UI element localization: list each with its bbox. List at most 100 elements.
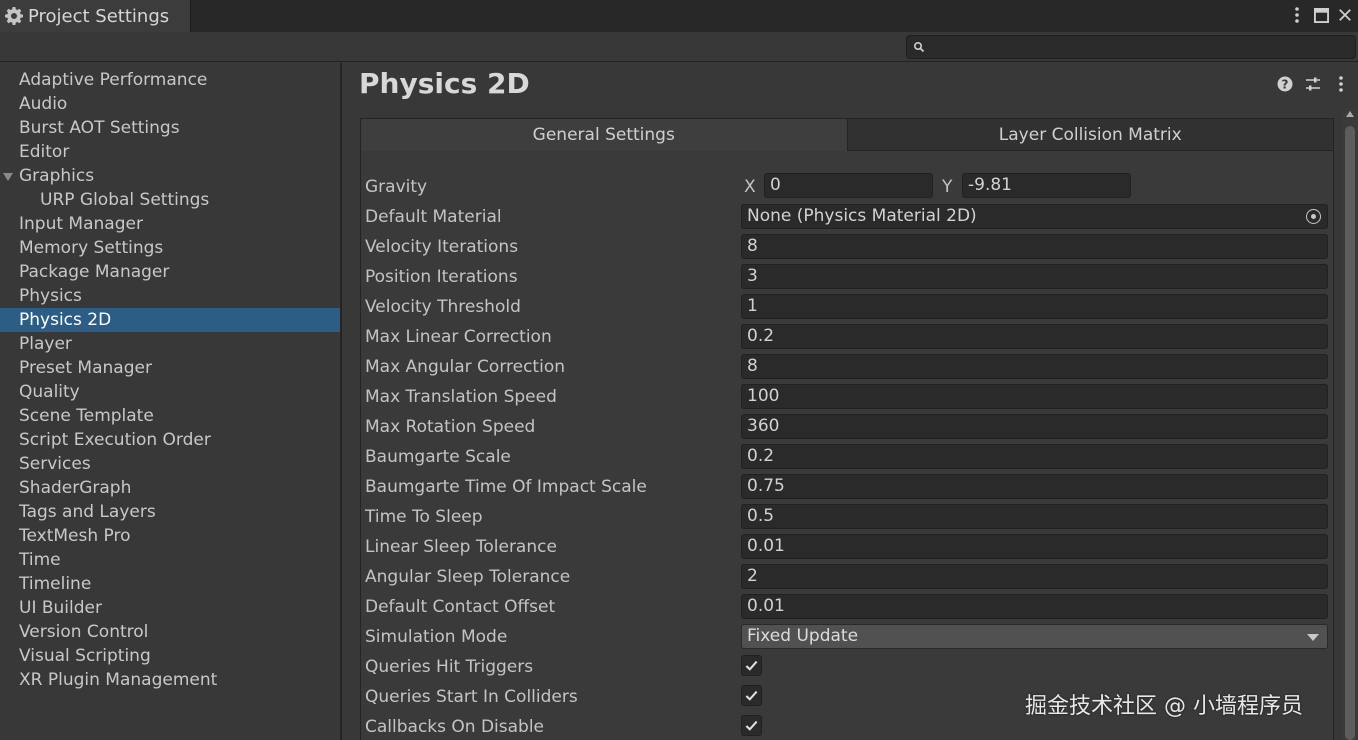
object-picker-icon[interactable] xyxy=(1306,209,1321,224)
callbacks-on-disable-checkbox[interactable] xyxy=(741,715,762,736)
checkmark-icon xyxy=(745,720,758,731)
sidebar-item-label: Audio xyxy=(19,94,68,114)
gravity-y-field[interactable]: -9.81 xyxy=(962,173,1131,198)
sidebar-item-burst-aot-settings[interactable]: Burst AOT Settings xyxy=(0,116,340,140)
angular-sleep-tolerance-field[interactable]: 2 xyxy=(741,564,1328,589)
sidebar-item-label: Tags and Layers xyxy=(19,502,156,522)
sidebar-item-label: URP Global Settings xyxy=(40,190,210,210)
close-icon[interactable] xyxy=(1336,4,1354,26)
default-material-row: Default Material None (Physics Material … xyxy=(365,202,1331,232)
sidebar-item-script-execution-order[interactable]: Script Execution Order xyxy=(0,428,340,452)
sidebar-item-shadergraph[interactable]: ShaderGraph xyxy=(0,476,340,500)
sidebar-item-label: ShaderGraph xyxy=(19,478,132,498)
project-settings-tab[interactable]: Project Settings xyxy=(0,0,191,32)
watermark: 掘金技术社区 @ 小墙程序员 xyxy=(1025,694,1303,719)
sidebar-item-label: Adaptive Performance xyxy=(19,70,208,90)
settings-panel: General Settings Layer Collision Matrix … xyxy=(360,118,1334,740)
sidebar-item-ui-builder[interactable]: UI Builder xyxy=(0,596,340,620)
sidebar-item-input-manager[interactable]: Input Manager xyxy=(0,212,340,236)
field-label: Gravity xyxy=(365,177,428,197)
baumgarte-toi-scale-field[interactable]: 0.75 xyxy=(741,474,1328,499)
gravity-x-field[interactable]: 0 xyxy=(764,173,933,198)
position-iterations-field[interactable]: 3 xyxy=(741,264,1328,289)
sidebar-item-time[interactable]: Time xyxy=(0,548,340,572)
sidebar-item-timeline[interactable]: Timeline xyxy=(0,572,340,596)
sidebar-item-xr-plugin-management[interactable]: XR Plugin Management xyxy=(0,668,340,692)
max-angular-correction-field[interactable]: 8 xyxy=(741,354,1328,379)
sidebar-item-label: Services xyxy=(19,454,91,474)
help-icon[interactable]: ? xyxy=(1276,75,1294,93)
linear-sleep-tolerance-row: Linear Sleep Tolerance 0.01 xyxy=(365,532,1331,562)
settings-content: Physics 2D ? General Settings Layer Coll… xyxy=(344,63,1358,740)
expand-caret-icon[interactable] xyxy=(3,173,13,181)
linear-sleep-tolerance-field[interactable]: 0.01 xyxy=(741,534,1328,559)
simulation-mode-dropdown[interactable]: Fixed Update xyxy=(741,624,1328,649)
field-label: Velocity Threshold xyxy=(365,297,521,317)
sidebar-item-label: Physics xyxy=(19,286,82,306)
sidebar-item-editor[interactable]: Editor xyxy=(0,140,340,164)
max-angular-correction-row: Max Angular Correction 8 xyxy=(365,352,1331,382)
sidebar-item-quality[interactable]: Quality xyxy=(0,380,340,404)
gravity-y-label[interactable]: Y xyxy=(942,174,952,200)
baumgarte-toi-scale-row: Baumgarte Time Of Impact Scale 0.75 xyxy=(365,472,1331,502)
position-iterations-row: Position Iterations 3 xyxy=(365,262,1331,292)
sidebar-item-urp-global-settings[interactable]: URP Global Settings xyxy=(0,188,340,212)
queries-hit-triggers-row: Queries Hit Triggers xyxy=(365,652,1331,682)
default-material-value: None (Physics Material 2D) xyxy=(747,206,977,226)
sidebar-item-preset-manager[interactable]: Preset Manager xyxy=(0,356,340,380)
search-input[interactable] xyxy=(929,39,1355,55)
sidebar-item-label: Physics 2D xyxy=(19,310,112,330)
field-label: Max Rotation Speed xyxy=(365,417,536,437)
simulation-mode-row: Simulation Mode Fixed Update xyxy=(365,622,1331,652)
sidebar-item-visual-scripting[interactable]: Visual Scripting xyxy=(0,644,340,668)
max-linear-correction-field[interactable]: 0.2 xyxy=(741,324,1328,349)
sidebar-item-tags-and-layers[interactable]: Tags and Layers xyxy=(0,500,340,524)
scrollbar-thumb[interactable] xyxy=(1345,126,1355,740)
window-title-bar: Project Settings xyxy=(0,0,1358,32)
max-translation-speed-field[interactable]: 100 xyxy=(741,384,1328,409)
scroll-up-arrow-icon[interactable] xyxy=(1346,111,1354,117)
default-contact-offset-field[interactable]: 0.01 xyxy=(741,594,1328,619)
sidebar-item-label: Timeline xyxy=(19,574,92,594)
tab-general-settings[interactable]: General Settings xyxy=(361,119,848,151)
maximize-icon[interactable] xyxy=(1312,4,1330,26)
sidebar-item-label: Input Manager xyxy=(19,214,143,234)
sidebar-item-textmesh-pro[interactable]: TextMesh Pro xyxy=(0,524,340,548)
vertical-scrollbar[interactable] xyxy=(1342,108,1358,740)
velocity-iterations-row: Velocity Iterations 8 xyxy=(365,232,1331,262)
queries-start-in-colliders-checkbox[interactable] xyxy=(741,685,762,706)
max-translation-speed-row: Max Translation Speed 100 xyxy=(365,382,1331,412)
search-box[interactable] xyxy=(906,35,1356,59)
kebab-menu-icon[interactable] xyxy=(1288,4,1306,26)
field-label: Max Angular Correction xyxy=(365,357,565,377)
sidebar-item-physics-2d[interactable]: Physics 2D xyxy=(0,308,340,332)
velocity-iterations-field[interactable]: 8 xyxy=(741,234,1328,259)
sidebar-item-memory-settings[interactable]: Memory Settings xyxy=(0,236,340,260)
sidebar-item-player[interactable]: Player xyxy=(0,332,340,356)
sidebar-item-physics[interactable]: Physics xyxy=(0,284,340,308)
sidebar-item-package-manager[interactable]: Package Manager xyxy=(0,260,340,284)
sidebar-item-audio[interactable]: Audio xyxy=(0,92,340,116)
time-to-sleep-field[interactable]: 0.5 xyxy=(741,504,1328,529)
queries-hit-triggers-checkbox[interactable] xyxy=(741,655,762,676)
sidebar-item-adaptive-performance[interactable]: Adaptive Performance xyxy=(0,68,340,92)
tab-layer-collision-matrix[interactable]: Layer Collision Matrix xyxy=(847,119,1333,151)
baumgarte-scale-field[interactable]: 0.2 xyxy=(741,444,1328,469)
field-label: Simulation Mode xyxy=(365,627,508,647)
sidebar-item-label: Memory Settings xyxy=(19,238,164,258)
sidebar-item-graphics[interactable]: Graphics xyxy=(0,164,340,188)
page-title: Physics 2D xyxy=(359,67,530,100)
sidebar-item-scene-template[interactable]: Scene Template xyxy=(0,404,340,428)
simulation-mode-value: Fixed Update xyxy=(747,626,859,646)
preset-sliders-icon[interactable] xyxy=(1304,75,1322,93)
field-label: Position Iterations xyxy=(365,267,518,287)
velocity-threshold-field[interactable]: 1 xyxy=(741,294,1328,319)
sidebar-item-version-control[interactable]: Version Control xyxy=(0,620,340,644)
checkmark-icon xyxy=(745,690,758,701)
default-material-field[interactable]: None (Physics Material 2D) xyxy=(741,204,1328,229)
field-label: Velocity Iterations xyxy=(365,237,519,257)
sidebar-item-services[interactable]: Services xyxy=(0,452,340,476)
gravity-x-label[interactable]: X xyxy=(744,174,756,200)
kebab-menu-icon[interactable] xyxy=(1332,75,1350,93)
max-rotation-speed-field[interactable]: 360 xyxy=(741,414,1328,439)
